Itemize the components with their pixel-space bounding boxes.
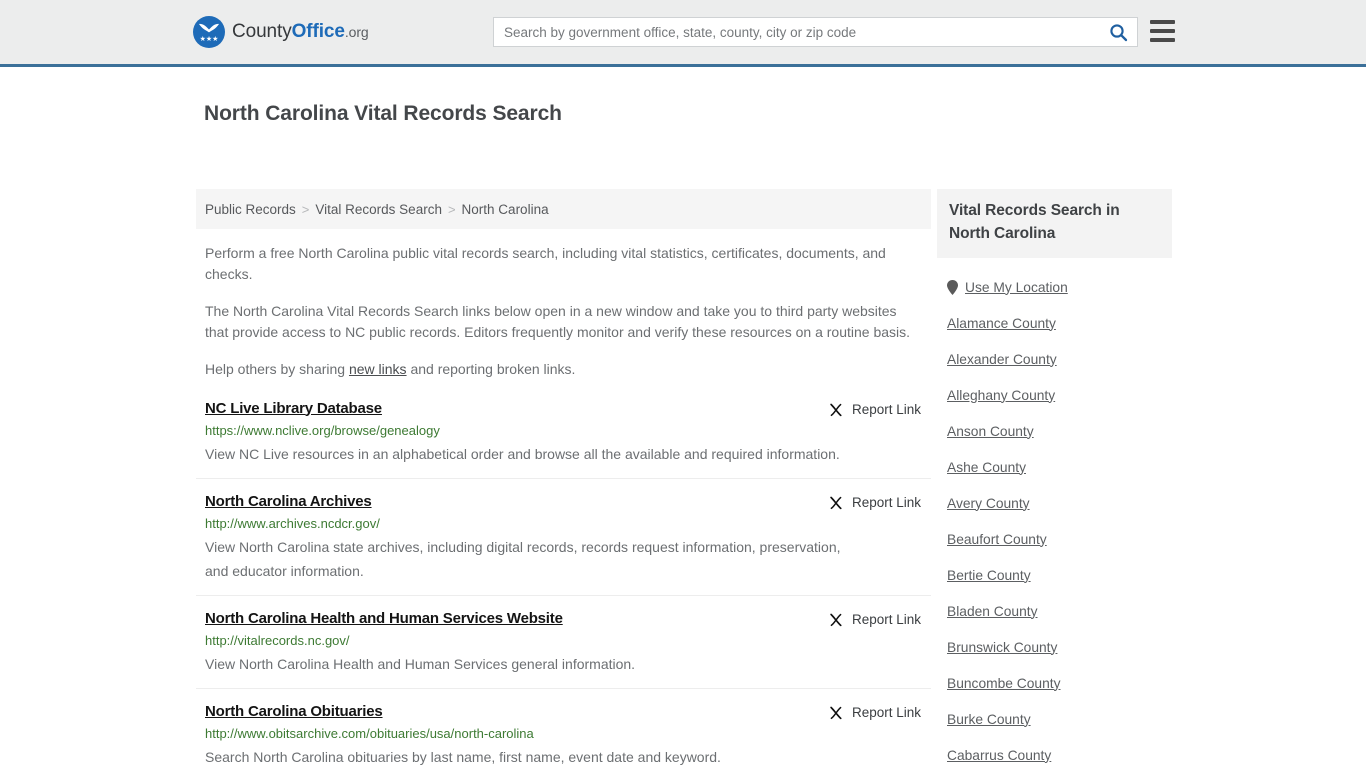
brand-part-tld: .org [344,24,369,40]
report-link-label: Report Link [851,402,921,417]
result-title-link[interactable]: North Carolina Health and Human Services… [205,610,563,627]
result-description: View North Carolina Health and Human Ser… [205,655,636,672]
county-link[interactable]: Burke County [947,712,1031,727]
logo-stars-icon: ★★★ [199,36,219,43]
intro-paragraph-1: Perform a free North Carolina public vit… [205,245,886,282]
sidebar-item-county[interactable]: Alamance County [937,305,1172,341]
county-link[interactable]: Ashe County [947,460,1026,475]
search-button[interactable] [1099,18,1137,46]
broken-link-icon [830,496,842,509]
result-title-link[interactable]: North Carolina Archives [205,493,372,510]
sidebar-item-county[interactable]: Ashe County [937,449,1172,485]
breadcrumb-item-vital-records-search[interactable]: Vital Records Search [315,202,442,217]
intro-paragraph-2: The North Carolina Vital Records Search … [205,303,911,340]
broken-link-icon [830,706,842,719]
county-link[interactable]: Avery County [947,496,1030,511]
sidebar-item-county[interactable]: Alleghany County [937,377,1172,413]
main-content: Public Records > Vital Records Search > … [196,189,931,768]
sidebar-item-county[interactable]: Brunswick County [937,629,1172,665]
results-list: NC Live Library Database Report Link htt… [196,400,931,768]
county-link[interactable]: Alamance County [947,316,1056,331]
county-link[interactable]: Bertie County [947,568,1031,583]
report-link-button[interactable]: Report Link [828,612,921,628]
site-header: ★★★ CountyOffice.org [0,0,1366,67]
hamburger-bar [1150,20,1175,24]
result-url: http://vitalrecords.nc.gov/ [205,632,350,648]
county-office-logo-icon: ★★★ [193,16,225,48]
county-link[interactable]: Cabarrus County [947,748,1051,763]
county-link[interactable]: Alleghany County [947,388,1055,403]
sidebar-item-county[interactable]: Buncombe County [937,665,1172,701]
county-list: Use My Location Alamance County Alexande… [937,269,1172,768]
county-link[interactable]: Anson County [947,424,1034,439]
result-item: North Carolina Health and Human Services… [196,596,931,689]
intro-p3-prefix: Help others by sharing [205,361,349,377]
page-title: North Carolina Vital Records Search [204,102,562,126]
result-title-link[interactable]: North Carolina Obituaries [205,703,383,720]
broken-link-icon [830,403,842,416]
hamburger-bar [1150,29,1175,33]
report-link-button[interactable]: Report Link [828,705,921,721]
sidebar-item-use-my-location[interactable]: Use My Location [937,269,1172,305]
sidebar-item-county[interactable]: Bertie County [937,557,1172,593]
sidebar-item-county[interactable]: Beaufort County [937,521,1172,557]
broken-link-icon [830,613,842,626]
result-url: https://www.nclive.org/browse/genealogy [205,422,440,438]
intro-text: Perform a free North Carolina public vit… [196,243,931,380]
result-item: North Carolina Obituaries Report Link ht… [196,689,931,768]
sidebar-item-county[interactable]: Avery County [937,485,1172,521]
site-logo[interactable]: ★★★ CountyOffice.org [193,16,369,48]
search-input[interactable] [494,18,1099,46]
breadcrumb: Public Records > Vital Records Search > … [196,189,931,229]
county-link[interactable]: Buncombe County [947,676,1061,691]
county-link[interactable]: Alexander County [947,352,1057,367]
intro-p3-suffix: and reporting broken links. [406,361,576,377]
result-description: View NC Live resources in an alphabetica… [205,445,840,462]
new-links-link[interactable]: new links [349,361,407,377]
county-link[interactable]: Bladen County [947,604,1038,619]
result-url: http://www.obitsarchive.com/obituaries/u… [205,725,534,741]
report-link-label: Report Link [851,612,921,627]
result-description: View North Carolina state archives, incl… [205,538,841,579]
report-link-button[interactable]: Report Link [828,402,921,418]
brand-text: CountyOffice.org [232,21,369,43]
county-link[interactable]: Beaufort County [947,532,1047,547]
search-bar[interactable] [493,17,1138,47]
hamburger-bar [1150,38,1175,42]
search-icon [1109,23,1127,41]
result-description: Search North Carolina obituaries by last… [205,748,721,765]
report-link-button[interactable]: Report Link [828,495,921,511]
brand-part-office: Office [291,21,345,42]
map-pin-icon [947,279,958,295]
breadcrumb-item-public-records[interactable]: Public Records [205,202,296,217]
sidebar-item-county[interactable]: Anson County [937,413,1172,449]
breadcrumb-item-north-carolina[interactable]: North Carolina [462,202,549,217]
sidebar: Vital Records Search in North Carolina U… [937,189,1172,768]
sidebar-item-county[interactable]: Burke County [937,701,1172,737]
brand-part-county: County [232,21,292,42]
report-link-label: Report Link [851,705,921,720]
report-link-label: Report Link [851,495,921,510]
sidebar-item-county[interactable]: Alexander County [937,341,1172,377]
sidebar-item-county[interactable]: Cabarrus County [937,737,1172,768]
result-item: North Carolina Archives Report Link http… [196,479,931,596]
use-my-location-link[interactable]: Use My Location [965,280,1068,295]
hamburger-menu-icon[interactable] [1150,20,1175,42]
county-link[interactable]: Brunswick County [947,640,1057,655]
breadcrumb-separator: > [301,201,310,217]
sidebar-item-county[interactable]: Bladen County [937,593,1172,629]
result-item: NC Live Library Database Report Link htt… [196,400,931,479]
result-title-link[interactable]: NC Live Library Database [205,400,382,417]
intro-paragraph-3: Help others by sharing new links and rep… [196,359,931,380]
result-url: http://www.archives.ncdcr.gov/ [205,515,380,531]
breadcrumb-separator: > [447,201,456,217]
sidebar-heading: Vital Records Search in North Carolina [937,189,1172,258]
